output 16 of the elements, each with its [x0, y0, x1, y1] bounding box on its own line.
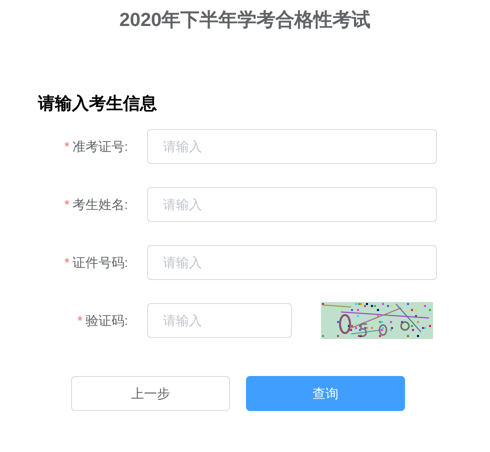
required-asterisk: *	[64, 254, 70, 272]
input-field[interactable]: 请输入	[147, 129, 437, 164]
required-asterisk: *	[64, 138, 70, 156]
field-label: 考生姓名:	[72, 196, 128, 214]
section-title: 请输入考生信息	[38, 93, 158, 115]
field-label: 准考证号:	[72, 138, 128, 156]
input-field[interactable]: 请输入	[147, 187, 437, 222]
back-button[interactable]: 上一步	[71, 376, 230, 411]
captcha-image[interactable]	[321, 302, 433, 339]
field-label: 验证码:	[85, 312, 128, 330]
page-title: 2020年下半年学考合格性考试	[119, 9, 371, 33]
input-field[interactable]: 请输入	[147, 303, 292, 338]
required-asterisk: *	[64, 196, 70, 214]
input-field[interactable]: 请输入	[147, 245, 437, 280]
field-label: 证件号码:	[72, 254, 128, 272]
required-asterisk: *	[77, 312, 82, 330]
